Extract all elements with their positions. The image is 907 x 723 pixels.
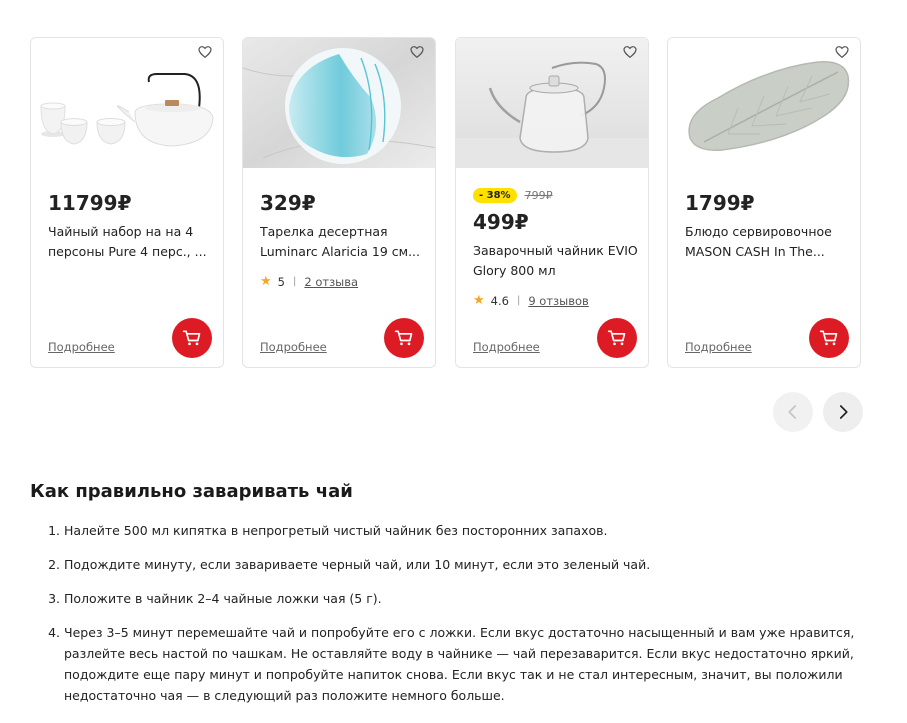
details-link[interactable]: Подробнее bbox=[260, 340, 327, 354]
carousel-next-button[interactable] bbox=[823, 392, 863, 432]
product-card[interactable]: 1799₽ Блюдо сервировочное MASON CASH In … bbox=[667, 37, 861, 368]
reviews-link[interactable]: 2 отзыва bbox=[304, 275, 358, 289]
heart-icon[interactable] bbox=[197, 44, 213, 60]
product-card[interactable]: 11799₽ Чайный набор на на 4 персоны Pure… bbox=[30, 37, 224, 368]
article-heading: Как правильно заваривать чай bbox=[30, 481, 353, 502]
product-price: 11799₽ bbox=[48, 191, 132, 215]
chevron-right-icon bbox=[839, 405, 848, 419]
discount-row: - 38% 799₽ bbox=[473, 188, 553, 203]
heart-icon[interactable] bbox=[409, 44, 425, 60]
heart-icon[interactable] bbox=[622, 44, 638, 60]
cart-icon bbox=[394, 330, 413, 346]
list-item: Через 3–5 минут перемешайте чай и попроб… bbox=[64, 622, 894, 706]
add-to-cart-button[interactable] bbox=[809, 318, 849, 358]
list-item: Положите в чайник 2–4 чайные ложки чая (… bbox=[64, 588, 894, 609]
cart-icon bbox=[819, 330, 838, 346]
add-to-cart-button[interactable] bbox=[384, 318, 424, 358]
product-title[interactable]: Тарелка десертная Luminarc Alaricia 19 с… bbox=[260, 222, 428, 262]
product-price: 499₽ bbox=[473, 210, 529, 234]
brewing-steps-list: Налейте 500 мл кипятка в непрогретый чис… bbox=[30, 520, 894, 719]
product-image-leaf-dish[interactable] bbox=[668, 38, 860, 168]
details-link[interactable]: Подробнее bbox=[48, 340, 115, 354]
cart-icon bbox=[182, 330, 201, 346]
rating-value: 4.6 bbox=[490, 293, 509, 308]
product-title[interactable]: Блюдо сервировочное MASON CASH In The... bbox=[685, 222, 853, 262]
product-price: 1799₽ bbox=[685, 191, 755, 215]
add-to-cart-button[interactable] bbox=[597, 318, 637, 358]
product-image-tea-set[interactable] bbox=[31, 38, 223, 168]
discount-badge: - 38% bbox=[473, 188, 517, 203]
star-icon: ★ bbox=[473, 293, 485, 308]
product-title[interactable]: Заварочный чайник EVIO Glory 800 мл bbox=[473, 241, 641, 281]
divider: | bbox=[292, 276, 297, 287]
carousel-prev-button[interactable] bbox=[773, 392, 813, 432]
details-link[interactable]: Подробнее bbox=[473, 340, 540, 354]
old-price: 799₽ bbox=[524, 189, 553, 202]
heart-icon[interactable] bbox=[834, 44, 850, 60]
details-link[interactable]: Подробнее bbox=[685, 340, 752, 354]
reviews-link[interactable]: 9 отзывов bbox=[528, 294, 589, 308]
product-price: 329₽ bbox=[260, 191, 316, 215]
product-image-dessert-plate[interactable] bbox=[243, 38, 435, 168]
product-card[interactable]: - 38% 799₽ 499₽ Заварочный чайник EVIO G… bbox=[455, 37, 649, 368]
list-item: Подождите минуту, если завариваете черны… bbox=[64, 554, 894, 575]
product-rating: ★ 4.6 | 9 отзывов bbox=[473, 293, 589, 308]
divider: | bbox=[516, 295, 521, 306]
product-title[interactable]: Чайный набор на на 4 персоны Pure 4 перс… bbox=[48, 222, 216, 262]
star-icon: ★ bbox=[260, 274, 272, 289]
product-image-glass-teapot[interactable] bbox=[456, 38, 648, 168]
product-rating: ★ 5 | 2 отзыва bbox=[260, 274, 358, 289]
product-card[interactable]: 329₽ Тарелка десертная Luminarc Alaricia… bbox=[242, 37, 436, 368]
cart-icon bbox=[607, 330, 626, 346]
rating-value: 5 bbox=[277, 274, 285, 289]
list-item: Налейте 500 мл кипятка в непрогретый чис… bbox=[64, 520, 894, 541]
chevron-left-icon bbox=[788, 405, 797, 419]
add-to-cart-button[interactable] bbox=[172, 318, 212, 358]
